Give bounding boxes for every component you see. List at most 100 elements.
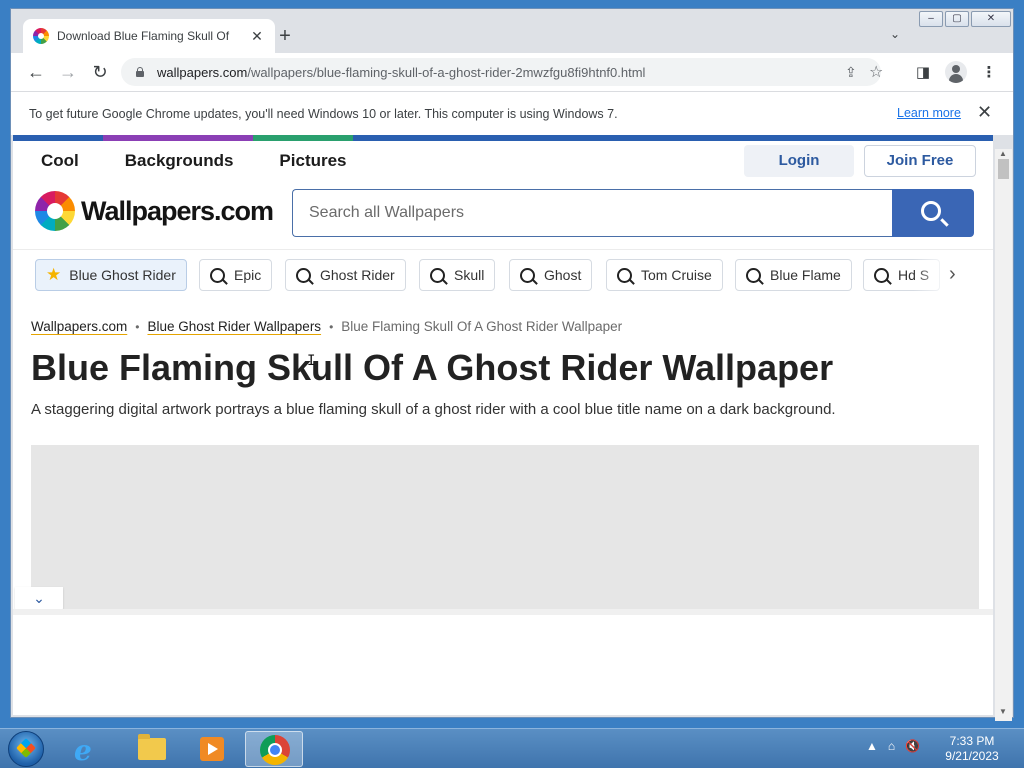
system-tray: ▲ ⌂ 🔇 — [866, 739, 920, 753]
start-button[interactable] — [8, 731, 44, 767]
scroll-down-arrow-icon[interactable]: ▼ — [999, 707, 1007, 716]
volume-muted-icon[interactable]: 🔇 — [905, 739, 920, 753]
search-input[interactable]: Search all Wallpapers — [292, 189, 892, 237]
tag-label: Skull — [454, 267, 485, 283]
tag-chip[interactable]: Tom Cruise — [606, 259, 723, 291]
search-icon — [921, 201, 941, 221]
share-icon[interactable]: ⇪ — [845, 64, 857, 81]
tag-chip[interactable]: Epic — [199, 259, 273, 291]
search-icon — [520, 267, 535, 283]
taskbar-clock[interactable]: 7:33 PM 9/21/2023 — [930, 734, 1014, 764]
search-icon — [210, 267, 225, 283]
chrome-menu-icon[interactable]: ⋮ — [979, 63, 999, 81]
side-panel-icon[interactable]: ◨ — [913, 63, 933, 81]
address-bar[interactable]: wallpapers.com/wallpapers/blue-flaming-s… — [121, 58, 883, 86]
top-color-band — [13, 135, 993, 141]
tag-label: Epic — [234, 267, 262, 283]
wallpapers-favicon-icon — [33, 28, 49, 44]
bookmark-star-icon[interactable]: ☆ — [869, 62, 883, 82]
related-tags: ★ Blue Ghost Rider Epic Ghost Rider Skul… — [35, 259, 965, 293]
browser-tab[interactable]: Download Blue Flaming Skull Of ✕ — [23, 19, 275, 53]
wallpaper-image-placeholder[interactable] — [31, 445, 979, 615]
update-infobar: To get future Google Chrome updates, you… — [11, 91, 1013, 135]
tag-chip[interactable]: Ghost Rider — [285, 259, 406, 291]
web-page: Cool Backgrounds Pictures Login Join Fre… — [13, 135, 993, 715]
tab-search-chevron-icon[interactable]: ⌄ — [885, 27, 905, 47]
file-explorer-taskbar-button[interactable] — [122, 731, 180, 767]
tag-chip[interactable]: ★ Blue Ghost Rider — [35, 259, 187, 291]
chrome-taskbar-button[interactable] — [245, 731, 303, 767]
search-icon — [617, 267, 632, 283]
search-icon — [874, 267, 889, 283]
url-path: /wallpapers/blue-flaming-skull-of-a-ghos… — [247, 64, 646, 80]
nav-pictures[interactable]: Pictures — [279, 151, 346, 171]
tag-label: Blue Ghost Rider — [69, 267, 176, 283]
url-domain: wallpapers.com — [157, 64, 248, 80]
tag-chip[interactable]: Skull — [419, 259, 496, 291]
windows-taskbar: e ▲ ⌂ 🔇 7:33 PM 9/21/2023 — [0, 728, 1024, 768]
maximize-button[interactable]: ▢ — [945, 11, 969, 27]
chevron-right-icon[interactable]: › — [949, 263, 956, 286]
search-icon — [746, 267, 761, 283]
breadcrumb-separator: • — [135, 319, 140, 334]
show-hidden-icons-icon[interactable]: ▲ — [866, 739, 878, 753]
site-logo[interactable]: Wallpapers.com — [35, 191, 274, 231]
breadcrumb-current: Blue Flaming Skull Of A Ghost Rider Wall… — [341, 319, 623, 334]
breadcrumb-category-link[interactable]: Blue Ghost Rider Wallpapers — [147, 319, 321, 334]
nav-cool[interactable]: Cool — [41, 151, 79, 171]
folder-icon — [138, 734, 166, 760]
internet-explorer-taskbar-button[interactable]: e — [60, 731, 118, 767]
tag-chip[interactable]: Ghost — [509, 259, 593, 291]
scrollbar-thumb[interactable] — [998, 159, 1009, 179]
nav-backgrounds[interactable]: Backgrounds — [125, 151, 234, 171]
reload-icon[interactable]: ↻ — [89, 61, 111, 83]
chevron-down-icon[interactable]: ⌄ — [15, 587, 63, 611]
text-cursor-icon: I — [307, 353, 316, 369]
tab-title: Download Blue Flaming Skull Of — [57, 29, 230, 43]
new-tab-button[interactable]: + — [273, 25, 297, 49]
network-icon[interactable]: ⌂ — [888, 739, 895, 753]
header-divider — [13, 249, 993, 250]
browser-window: Download Blue Flaming Skull Of ✕ + ⌄ – ▢… — [10, 8, 1014, 721]
internet-explorer-icon: e — [74, 734, 92, 767]
search-button[interactable] — [892, 189, 974, 237]
forward-arrow-icon[interactable]: → — [57, 61, 79, 83]
search-icon — [430, 267, 445, 283]
profile-avatar-icon[interactable] — [945, 61, 967, 83]
search-icon — [296, 267, 311, 283]
star-icon: ★ — [46, 265, 62, 284]
chrome-icon — [260, 735, 290, 765]
page-scrollbar[interactable]: ▲ ▼ — [995, 149, 1012, 721]
browser-toolbar: ← → ↻ wallpapers.com/wallpapers/blue-fla… — [11, 53, 1013, 91]
close-window-button[interactable]: ✕ — [971, 11, 1011, 27]
minimize-button[interactable]: – — [919, 11, 943, 27]
infobar-close-icon[interactable]: ✕ — [977, 102, 992, 123]
tag-label: Ghost Rider — [320, 267, 395, 283]
logo-text: Wallpapers.com — [81, 195, 274, 226]
tag-label: Ghost — [544, 267, 582, 283]
tags-fade — [913, 259, 953, 293]
page-description: A staggering digital artwork portrays a … — [31, 401, 836, 418]
tag-label: Blue Flame — [770, 267, 841, 283]
tag-label: Tom Cruise — [641, 267, 712, 283]
breadcrumb-home-link[interactable]: Wallpapers.com — [31, 319, 127, 334]
learn-more-link[interactable]: Learn more — [897, 106, 961, 120]
tab-close-icon[interactable]: ✕ — [249, 28, 265, 45]
content-bottom-band — [13, 609, 993, 615]
media-player-icon — [200, 737, 224, 761]
page-title: Blue Flaming Skull Of A Ghost Rider Wall… — [31, 347, 834, 388]
tag-chip[interactable]: Blue Flame — [735, 259, 852, 291]
site-nav: Cool Backgrounds Pictures — [41, 151, 347, 171]
back-arrow-icon[interactable]: ← — [25, 61, 47, 83]
lock-icon[interactable] — [135, 67, 145, 77]
breadcrumb-separator: • — [329, 319, 334, 334]
media-player-taskbar-button[interactable] — [182, 731, 240, 767]
join-free-button[interactable]: Join Free — [864, 145, 976, 177]
window-controls: – ▢ ✕ — [919, 11, 1011, 27]
color-wheel-logo-icon — [35, 191, 75, 231]
tab-strip: Download Blue Flaming Skull Of ✕ + ⌄ – ▢… — [11, 9, 1013, 53]
breadcrumb: Wallpapers.com • Blue Ghost Rider Wallpa… — [31, 319, 622, 334]
login-button[interactable]: Login — [744, 145, 854, 177]
scroll-up-arrow-icon[interactable]: ▲ — [999, 149, 1007, 158]
clock-time: 7:33 PM — [949, 734, 995, 748]
